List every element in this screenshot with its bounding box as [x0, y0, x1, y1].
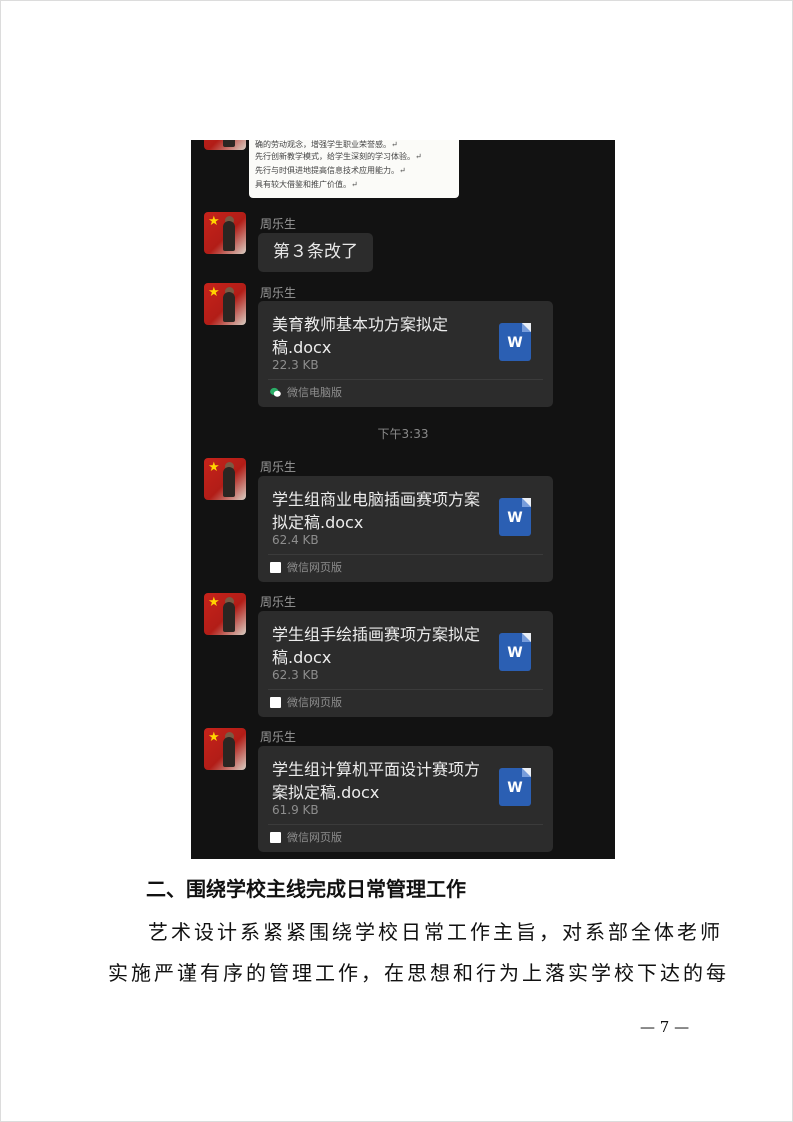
avatar-figure [223, 602, 235, 632]
source-label: 微信电脑版 [287, 386, 342, 399]
star-icon: ★ [208, 595, 220, 610]
square-icon [270, 697, 281, 708]
star-icon: ★ [208, 460, 220, 475]
word-file-icon: W [499, 633, 531, 671]
square-icon [270, 832, 281, 843]
card-divider [268, 554, 543, 555]
avatar[interactable]: ★ [204, 593, 246, 635]
card-divider [268, 379, 543, 380]
chat-screenshot: ★ 确的劳动观念，增强学生职业荣誉感。↵ 先行创新教学模式，给学生深刻的学习体验… [191, 140, 615, 859]
file-name: 美育教师基本功方案拟定稿.docx [272, 315, 449, 357]
avatar-figure [223, 140, 235, 147]
preview-line: 确的劳动观念，增强学生职业荣誉感。↵ [255, 140, 398, 149]
sender-name: 周乐生 [260, 460, 297, 474]
file-message-card[interactable]: 学生组手绘插画赛项方案拟定稿.docx 62.3 KB W 微信网页版 [258, 611, 553, 717]
source-label: 微信网页版 [287, 696, 342, 709]
avatar[interactable]: ★ [204, 140, 246, 150]
sender-name: 周乐生 [260, 286, 297, 300]
file-size: 22.3 KB [272, 358, 319, 372]
word-file-icon: W [499, 768, 531, 806]
section-heading: 二、围绕学校主线完成日常管理工作 [146, 877, 466, 901]
sender-name: 周乐生 [260, 730, 297, 744]
file-size: 62.3 KB [272, 668, 319, 682]
avatar-figure [223, 292, 235, 322]
paragraph-line: 艺术设计系紧紧围绕学校日常工作主旨，对系部全体老师 [148, 920, 723, 944]
word-file-icon: W [499, 323, 531, 361]
sender-name: 周乐生 [260, 595, 297, 609]
preview-line: 先行创新教学模式，给学生深刻的学习体验。↵ [255, 152, 422, 161]
avatar-figure [223, 467, 235, 497]
word-file-icon: W [499, 498, 531, 536]
card-divider [268, 689, 543, 690]
avatar[interactable]: ★ [204, 728, 246, 770]
avatar[interactable]: ★ [204, 458, 246, 500]
text-message-bubble[interactable]: 第３条改了 [258, 233, 373, 272]
source-label: 微信网页版 [287, 831, 342, 844]
star-icon: ★ [208, 285, 220, 300]
file-message-card[interactable]: 学生组商业电脑插画赛项方案拟定稿.docx 62.4 KB W 微信网页版 [258, 476, 553, 582]
file-message-card[interactable]: 美育教师基本功方案拟定稿.docx 22.3 KB W 微信电脑版 [258, 301, 553, 407]
wechat-icon [270, 387, 281, 397]
document-preview[interactable]: 确的劳动观念，增强学生职业荣誉感。↵ 先行创新教学模式，给学生深刻的学习体验。↵… [249, 140, 459, 198]
file-size: 61.9 KB [272, 803, 319, 817]
preview-line: 具有较大借鉴和推广价值。↵ [255, 180, 358, 189]
avatar-figure [223, 737, 235, 767]
file-name: 学生组计算机平面设计赛项方案拟定稿.docx [272, 760, 481, 802]
file-name: 学生组商业电脑插画赛项方案拟定稿.docx [272, 490, 481, 532]
message-timestamp: 下午3:33 [377, 427, 429, 441]
avatar[interactable]: ★ [204, 212, 246, 254]
page-number: — 7 — [640, 1018, 690, 1036]
square-icon [270, 562, 281, 573]
paragraph-line: 实施严谨有序的管理工作，在思想和行为上落实学校下达的每 [108, 961, 729, 985]
file-message-card[interactable]: 学生组计算机平面设计赛项方案拟定稿.docx 61.9 KB W 微信网页版 [258, 746, 553, 852]
source-label: 微信网页版 [287, 561, 342, 574]
avatar[interactable]: ★ [204, 283, 246, 325]
avatar-figure [223, 221, 235, 251]
sender-name: 周乐生 [260, 217, 297, 231]
file-name: 学生组手绘插画赛项方案拟定稿.docx [272, 625, 481, 667]
star-icon: ★ [208, 214, 220, 229]
preview-line: 先行与时俱进地提高信息技术应用能力。↵ [255, 166, 406, 175]
file-size: 62.4 KB [272, 533, 319, 547]
star-icon: ★ [208, 730, 220, 745]
card-divider [268, 824, 543, 825]
